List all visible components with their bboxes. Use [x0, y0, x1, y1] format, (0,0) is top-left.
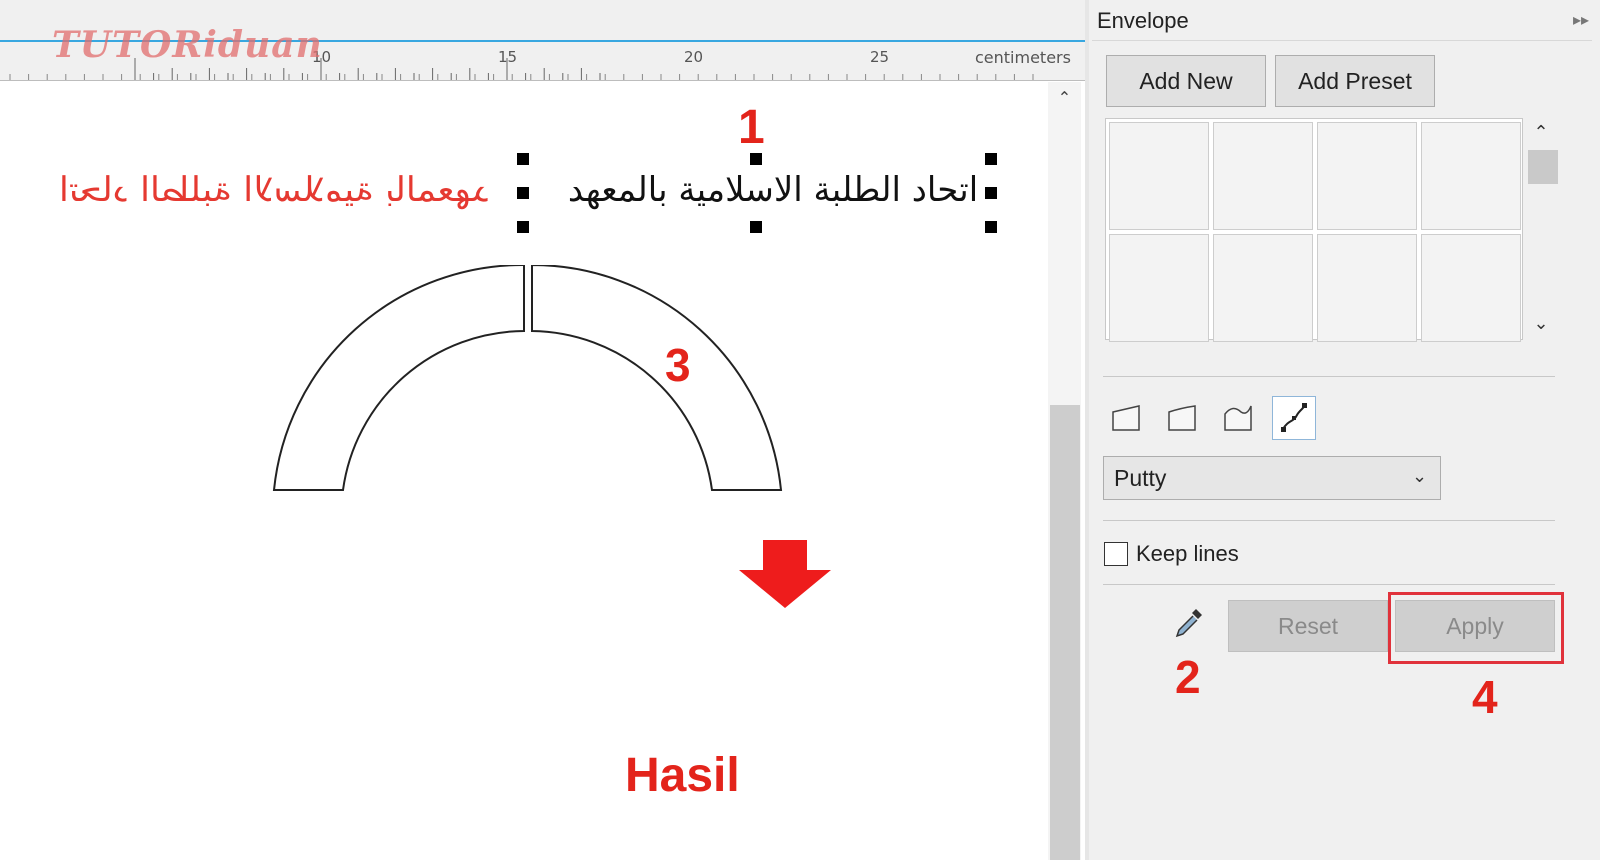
keep-lines-checkbox[interactable] — [1104, 542, 1128, 566]
double-arc-mode-icon[interactable] — [1217, 398, 1259, 440]
ruler-label-20: 20 — [684, 48, 704, 66]
envelope-mode-select[interactable]: Putty — [1103, 456, 1441, 500]
add-preset-button[interactable]: Add Preset — [1275, 55, 1435, 107]
apply-highlight-box — [1388, 592, 1564, 664]
preset-cell[interactable] — [1421, 122, 1521, 230]
preset-cell[interactable] — [1109, 122, 1209, 230]
section-divider — [1103, 520, 1555, 521]
chevron-up-icon[interactable]: ⌃ — [1526, 122, 1556, 143]
preset-grid — [1105, 118, 1523, 342]
title-divider — [1092, 40, 1592, 41]
preset-cell[interactable] — [1317, 122, 1417, 230]
step-label-3: 3 — [665, 339, 691, 391]
selection-handle-bottom[interactable] — [750, 221, 762, 233]
selection-handle-top-right[interactable] — [985, 153, 997, 165]
preset-grid-scrollbar[interactable]: ⌃ ⌄ — [1526, 118, 1558, 340]
preset-scroll-thumb[interactable] — [1528, 150, 1558, 184]
reset-button[interactable]: Reset — [1228, 600, 1388, 652]
watermark-logo: TUTORiduan — [52, 24, 323, 66]
arch-envelope-shape[interactable] — [270, 265, 790, 495]
selection-handle-right[interactable] — [985, 187, 997, 199]
eyedropper-icon[interactable] — [1170, 605, 1206, 641]
docker-title: Envelope — [1097, 8, 1189, 33]
scroll-up-icon[interactable]: ⌃ — [1048, 82, 1081, 114]
section-divider — [1103, 376, 1555, 377]
result-text-path: اتحاد الطلبة الاسلامية بالمعهد — [620, 600, 635, 608]
selection-handle-bottom-right[interactable] — [985, 221, 997, 233]
ruler-label-25: 25 — [870, 48, 890, 66]
preset-cell[interactable] — [1213, 122, 1313, 230]
ruler-label-15: 15 — [498, 48, 518, 66]
enveloped-result-text[interactable]: اتحاد الطلبة الاسلامية بالمعهد — [620, 600, 880, 840]
step-label-2: 2 — [1175, 651, 1201, 703]
chevron-down-icon[interactable]: ⌄ — [1526, 313, 1556, 334]
straight-line-mode-icon[interactable] — [1105, 398, 1147, 440]
selection-handle-bottom-left[interactable] — [517, 221, 529, 233]
preset-cell[interactable] — [1213, 234, 1313, 342]
selection-handle-left[interactable] — [517, 187, 529, 199]
chevron-down-icon[interactable]: ⌄ — [1412, 466, 1427, 487]
result-label: Hasil — [625, 749, 740, 802]
mirrored-text-object[interactable]: اتحاد الطلبة الاسلامية بالمعهد — [59, 170, 521, 220]
ruler-unit-label: centimeters — [975, 48, 1071, 67]
canvas-scroll-thumb[interactable] — [1050, 405, 1080, 860]
preset-cell[interactable] — [1317, 234, 1417, 342]
single-arc-mode-icon[interactable] — [1161, 398, 1203, 440]
step-label-1: 1 — [738, 101, 765, 154]
docker-splitter[interactable] — [1085, 0, 1089, 860]
selected-text-object[interactable]: اتحاد الطلبة الاسلامية بالمعهد — [543, 170, 1003, 220]
unconstrained-mode-icon[interactable] — [1273, 397, 1315, 439]
preset-cell[interactable] — [1109, 234, 1209, 342]
step-label-4: 4 — [1472, 671, 1498, 723]
section-divider — [1103, 584, 1555, 585]
svg-text:اتحاد الطلبة الاسلامية بالمعهد: اتحاد الطلبة الاسلامية بالمعهد — [620, 600, 635, 608]
keep-lines-label: Keep lines — [1136, 541, 1239, 566]
add-new-button[interactable]: Add New — [1106, 55, 1266, 107]
selection-handle-top-left[interactable] — [517, 153, 529, 165]
double-chevron-right-icon[interactable]: ▸▸ — [1573, 10, 1589, 29]
preset-cell[interactable] — [1421, 234, 1521, 342]
